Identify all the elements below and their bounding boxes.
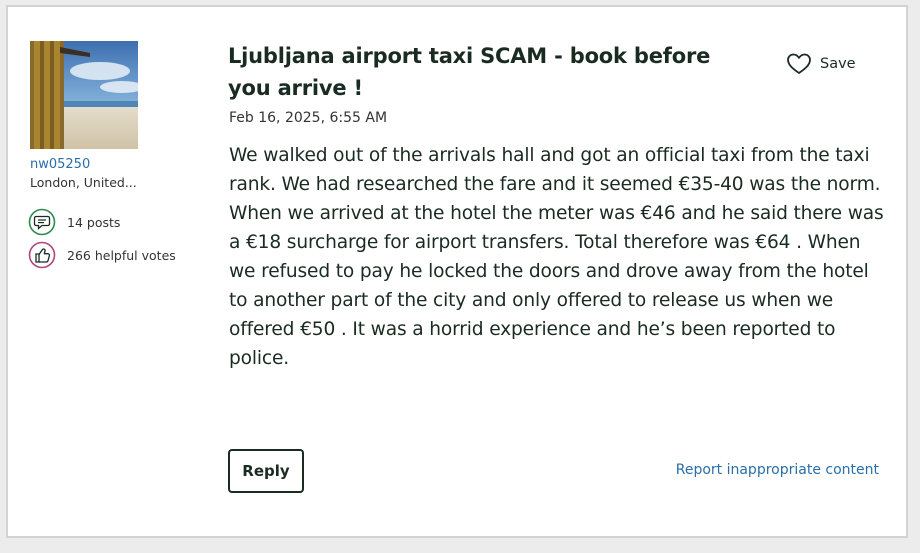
save-button[interactable]: Save [786, 52, 856, 76]
save-label: Save [820, 56, 856, 72]
forum-post-card: nw05250 London, United... 14 posts 266 h… [6, 5, 908, 538]
author-username[interactable]: nw05250 [30, 157, 90, 172]
report-inappropriate-link[interactable]: Report inappropriate content [676, 462, 879, 478]
heart-icon [786, 52, 812, 76]
author-votes-stat: 266 helpful votes [28, 241, 176, 269]
author-posts-stat: 14 posts [28, 208, 120, 236]
post-title: Ljubljana airport taxi SCAM - book befor… [228, 44, 711, 100]
avatar[interactable] [30, 41, 138, 149]
thumbs-up-icon [28, 241, 56, 269]
author-location: London, United... [30, 175, 137, 190]
reply-button[interactable]: Reply [228, 449, 304, 493]
speech-bubble-icon [28, 208, 56, 236]
helpful-votes-count: 266 helpful votes [67, 247, 176, 263]
post-body: We walked out of the arrivals hall and g… [229, 145, 884, 369]
post-date: Feb 16, 2025, 6:55 AM [229, 110, 388, 126]
posts-count: 14 posts [67, 214, 121, 230]
